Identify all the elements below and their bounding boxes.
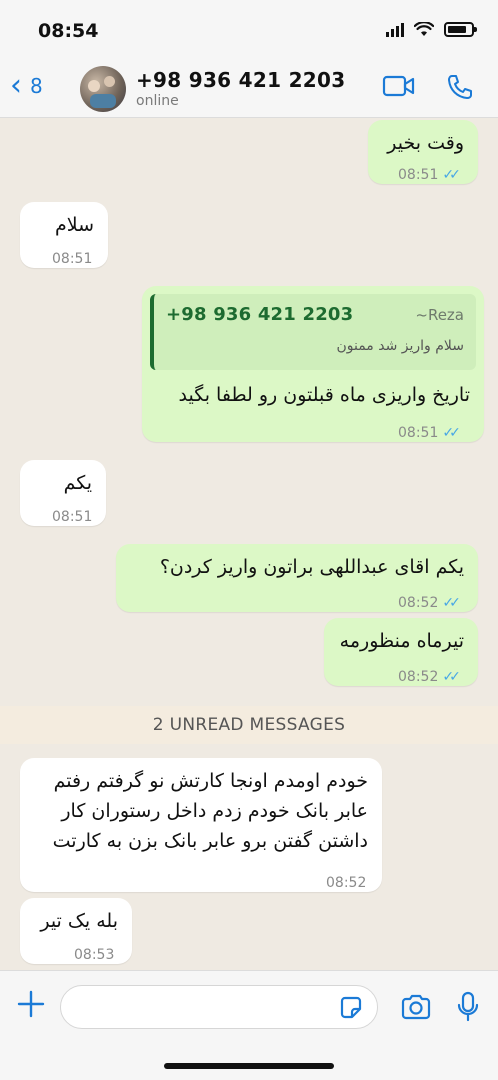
wifi-icon	[414, 22, 434, 36]
double-check-icon: ✓✓	[442, 595, 461, 611]
contact-status: online	[136, 93, 179, 109]
message-text: تیرماه منظورمه	[339, 630, 464, 652]
phone-icon[interactable]	[446, 73, 474, 101]
message-meta: 08:52	[326, 868, 366, 898]
message-line: عابر بانک خودم زدم داخل رستوران کار	[61, 800, 368, 822]
composer-bar	[0, 970, 498, 1080]
camera-icon[interactable]	[400, 993, 432, 1021]
message-incoming[interactable]: بله یک تیر 08:53	[20, 898, 132, 964]
battery-icon	[444, 22, 477, 37]
avatar[interactable]	[80, 66, 126, 112]
chat-area[interactable]: وقت بخیر 08:51 ✓✓ سلام 08:51 08:51 ✓✓ تا…	[0, 118, 498, 970]
double-check-icon: ✓✓	[442, 167, 461, 183]
message-text: وقت بخیر	[387, 132, 464, 154]
message-outgoing[interactable]: وقت بخیر 08:51 ✓✓	[368, 120, 478, 184]
chat-header: ‹ 8 +98 936 421 2203 online	[0, 60, 498, 118]
quote-tag: ~Reza	[415, 306, 464, 324]
quote-sender: +98 936 421 2203	[166, 304, 354, 325]
signal-icon	[386, 22, 404, 37]
message-text: سلام	[54, 214, 94, 236]
message-meta: 08:52 ✓✓	[398, 588, 461, 618]
message-time: 08:51	[398, 167, 439, 183]
unread-divider: 2 UNREAD MESSAGES	[0, 706, 498, 744]
message-meta: 08:51 ✓✓	[398, 418, 461, 448]
message-time: 08:51	[398, 425, 439, 441]
microphone-icon[interactable]	[456, 991, 480, 1023]
double-check-icon: ✓✓	[442, 669, 461, 685]
message-time: 08:51	[52, 509, 93, 525]
message-input[interactable]	[60, 985, 378, 1029]
back-button[interactable]: ‹ 8	[10, 68, 43, 103]
message-meta: 08:51	[52, 244, 92, 274]
message-time: 08:52	[398, 595, 439, 611]
message-meta: 08:53	[74, 940, 114, 970]
quoted-message[interactable]: +98 936 421 2203 ~Reza سلام واریز شد ممن…	[150, 294, 476, 370]
message-outgoing[interactable]: یکم اقای عبداللهی براتون واریز کردن؟ 08:…	[116, 544, 478, 612]
contact-name[interactable]: +98 936 421 2203	[136, 68, 345, 92]
message-meta: 08:51	[52, 502, 92, 532]
back-count: 8	[30, 74, 43, 98]
message-text: یکم	[63, 472, 92, 494]
home-indicator	[164, 1063, 334, 1069]
status-time: 08:54	[38, 20, 99, 42]
message-time: 08:52	[398, 669, 439, 685]
double-check-icon: ✓✓	[442, 425, 461, 441]
message-line: داشتن گفتن برو عابر بانک بزن به کارتت	[52, 830, 368, 852]
message-time: 08:53	[74, 947, 115, 963]
message-meta: 08:51 ✓✓	[398, 160, 461, 190]
message-incoming[interactable]: خودم اومدم اونجا کارتش نو گرفتم رفتم عاب…	[20, 758, 382, 892]
message-time: 08:51	[52, 251, 93, 267]
message-line: خودم اومدم اونجا کارتش نو گرفتم رفتم	[53, 770, 368, 792]
sticker-icon[interactable]	[338, 995, 364, 1021]
message-text: یکم اقای عبداللهی براتون واریز کردن؟	[159, 556, 464, 578]
message-text: بله یک تیر	[40, 910, 118, 932]
video-call-icon[interactable]	[382, 73, 416, 99]
message-incoming[interactable]: یکم 08:51	[20, 460, 106, 526]
quote-text: سلام واریز شد ممنون	[336, 338, 464, 354]
message-meta: 08:52 ✓✓	[398, 662, 461, 692]
status-bar: 08:54	[0, 0, 498, 60]
plus-icon[interactable]	[16, 989, 46, 1019]
message-time: 08:52	[326, 875, 367, 891]
message-outgoing[interactable]: تیرماه منظورمه 08:52 ✓✓	[324, 618, 478, 686]
message-incoming[interactable]: سلام 08:51	[20, 202, 108, 268]
message-text: تاریخ واریزی ماه قبلتون رو لطفا بگید	[178, 384, 470, 406]
back-chevron-icon: ‹	[10, 68, 22, 103]
status-icons	[386, 22, 477, 37]
